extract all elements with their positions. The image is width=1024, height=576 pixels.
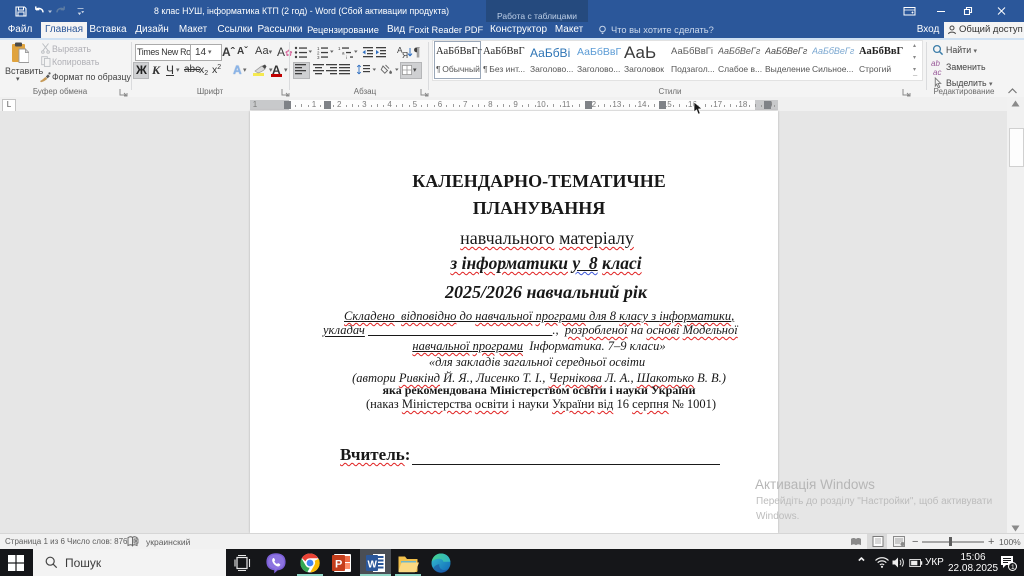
svg-text:1: 1 (338, 46, 341, 51)
svg-text:W: W (368, 560, 378, 571)
svg-text:Я: Я (402, 50, 408, 59)
svg-text:1: 1 (1011, 564, 1015, 571)
svg-text:3: 3 (317, 55, 320, 59)
svg-text:i: i (346, 55, 347, 59)
svg-text:P: P (335, 559, 342, 571)
svg-text:a: a (342, 51, 345, 56)
